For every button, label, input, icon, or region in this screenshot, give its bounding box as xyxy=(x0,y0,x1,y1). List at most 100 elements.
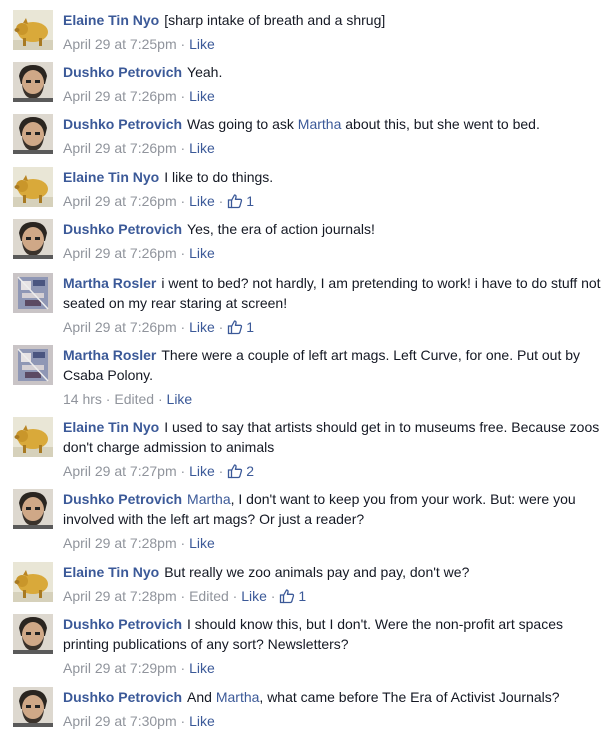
comment-author-link[interactable]: Dushko Petrovich xyxy=(63,221,182,237)
comment-author-link[interactable]: Dushko Petrovich xyxy=(63,491,182,507)
comment-author-link[interactable]: Dushko Petrovich xyxy=(63,64,182,80)
separator-dot: · xyxy=(214,463,228,479)
comment-text: Dushko Petrovich And Martha, what came be… xyxy=(63,687,607,707)
comment-meta: April 29 at 7:26pm · Like xyxy=(63,138,607,158)
comment-timestamp[interactable]: April 29 at 7:26pm xyxy=(63,193,177,209)
separator-dot: · xyxy=(176,140,190,156)
comment-message: [sharp intake of breath and a shrug] xyxy=(164,12,386,28)
comment-meta: April 29 at 7:30pm · Like xyxy=(63,711,607,731)
separator-dot: · xyxy=(154,391,167,407)
comment-meta: 14 hrs · Edited · Like xyxy=(63,389,607,409)
avatar[interactable] xyxy=(13,219,53,259)
comment-author-link[interactable]: Elaine Tin Nyo xyxy=(63,564,159,580)
like-count-number: 2 xyxy=(246,463,255,479)
avatar[interactable] xyxy=(13,273,53,313)
comment-body: Elaine Tin Nyo I like to do things. April … xyxy=(63,167,607,211)
avatar[interactable] xyxy=(13,562,53,602)
edited-label[interactable]: Edited xyxy=(189,588,229,604)
comment-body: Dushko Petrovich And Martha, what came be… xyxy=(63,687,607,731)
comment-text: Dushko Petrovich Yes, the era of action j… xyxy=(63,219,607,239)
avatar[interactable] xyxy=(13,114,53,154)
comment-message: , what came before The Era of Activist J… xyxy=(259,689,560,705)
comment-message: Was going to ask xyxy=(187,116,298,132)
comment-author-link[interactable]: Dushko Petrovich xyxy=(63,689,182,705)
comment-body: Dushko Petrovich Yeah. April 29 at 7:26pm … xyxy=(63,62,607,106)
like-count[interactable]: 1 xyxy=(227,319,254,335)
comment-meta: April 29 at 7:28pm · Like xyxy=(63,533,607,553)
comment-body: Elaine Tin Nyo But really we zoo animals … xyxy=(63,562,607,606)
comment-meta: April 29 at 7:29pm · Like xyxy=(63,658,607,678)
comment-author-link[interactable]: Martha Rosler xyxy=(63,347,156,363)
mention-link[interactable]: Martha xyxy=(187,491,231,507)
comment-message: Yes, the era of action journals! xyxy=(187,221,375,237)
like-count[interactable]: 1 xyxy=(279,588,306,604)
comment-body: Martha Rosler There were a couple of left… xyxy=(63,345,607,409)
comment-timestamp[interactable]: 14 hrs xyxy=(63,391,102,407)
comment-author-link[interactable]: Dushko Petrovich xyxy=(63,616,182,632)
comment-author-link[interactable]: Elaine Tin Nyo xyxy=(63,12,159,28)
comment-text: Dushko Petrovich I should know this, but … xyxy=(63,614,607,654)
comment-body: Elaine Tin Nyo [sharp intake of breath an… xyxy=(63,10,607,54)
comment-timestamp[interactable]: April 29 at 7:26pm xyxy=(63,88,177,104)
comment-timestamp[interactable]: April 29 at 7:27pm xyxy=(63,463,177,479)
avatar[interactable] xyxy=(13,687,53,727)
separator-dot: · xyxy=(176,463,190,479)
like-button[interactable]: Like xyxy=(189,88,215,104)
comment-author-link[interactable]: Elaine Tin Nyo xyxy=(63,169,159,185)
separator-dot: · xyxy=(176,660,190,676)
like-count-number: 1 xyxy=(246,319,255,335)
comment-timestamp[interactable]: April 29 at 7:26pm xyxy=(63,319,177,335)
like-count[interactable]: 1 xyxy=(227,193,254,209)
like-button[interactable]: Like xyxy=(189,660,215,676)
comment-timestamp[interactable]: April 29 at 7:26pm xyxy=(63,140,177,156)
comment-author-link[interactable]: Martha Rosler xyxy=(63,275,156,291)
like-button[interactable]: Like xyxy=(189,193,215,209)
mention-link[interactable]: Martha xyxy=(298,116,342,132)
avatar[interactable] xyxy=(13,10,53,50)
separator-dot: · xyxy=(176,535,190,551)
like-count[interactable]: 2 xyxy=(227,463,254,479)
like-button[interactable]: Like xyxy=(189,245,215,261)
comment-timestamp[interactable]: April 29 at 7:28pm xyxy=(63,535,177,551)
like-button[interactable]: Like xyxy=(241,588,267,604)
comment-timestamp[interactable]: April 29 at 7:28pm xyxy=(63,588,177,604)
comment-timestamp[interactable]: April 29 at 7:25pm xyxy=(63,36,177,52)
avatar[interactable] xyxy=(13,167,53,207)
separator-dot: · xyxy=(266,588,280,604)
avatar[interactable] xyxy=(13,345,53,385)
like-button[interactable]: Like xyxy=(189,319,215,335)
avatar[interactable] xyxy=(13,614,53,654)
separator-dot: · xyxy=(214,319,228,335)
comment-body: Dushko Petrovich Yes, the era of action j… xyxy=(63,219,607,263)
comment-body: Dushko Petrovich I should know this, but … xyxy=(63,614,607,678)
comment-text: Elaine Tin Nyo I like to do things. xyxy=(63,167,607,187)
like-button[interactable]: Like xyxy=(167,391,193,407)
like-button[interactable]: Like xyxy=(189,463,215,479)
comment-timestamp[interactable]: April 29 at 7:30pm xyxy=(63,713,177,729)
comment-message: about this, but she went to bed. xyxy=(341,116,540,132)
comment-text: Martha Rosler There were a couple of left… xyxy=(63,345,607,385)
avatar[interactable] xyxy=(13,417,53,457)
thumbs-up-icon xyxy=(228,320,243,335)
like-button[interactable]: Like xyxy=(189,713,215,729)
comment-meta: April 29 at 7:26pm · Like · 1 xyxy=(63,317,607,337)
comment-timestamp[interactable]: April 29 at 7:29pm xyxy=(63,660,177,676)
like-button[interactable]: Like xyxy=(189,36,215,52)
like-button[interactable]: Like xyxy=(189,140,215,156)
comment-text: Dushko Petrovich Was going to ask Martha … xyxy=(63,114,607,134)
separator-dot: · xyxy=(176,245,190,261)
mention-link[interactable]: Martha xyxy=(216,689,260,705)
comment-timestamp[interactable]: April 29 at 7:26pm xyxy=(63,245,177,261)
edited-label[interactable]: Edited xyxy=(114,391,154,407)
comment-author-link[interactable]: Dushko Petrovich xyxy=(63,116,182,132)
separator-dot: · xyxy=(176,319,190,335)
avatar[interactable] xyxy=(13,489,53,529)
comment-body: Dushko Petrovich Was going to ask Martha … xyxy=(63,114,607,158)
avatar[interactable] xyxy=(13,62,53,102)
thumbs-up-icon xyxy=(228,464,243,479)
comment-message: And xyxy=(187,689,216,705)
like-count-number: 1 xyxy=(298,588,307,604)
separator-dot: · xyxy=(228,588,242,604)
comment-author-link[interactable]: Elaine Tin Nyo xyxy=(63,419,159,435)
like-button[interactable]: Like xyxy=(189,535,215,551)
